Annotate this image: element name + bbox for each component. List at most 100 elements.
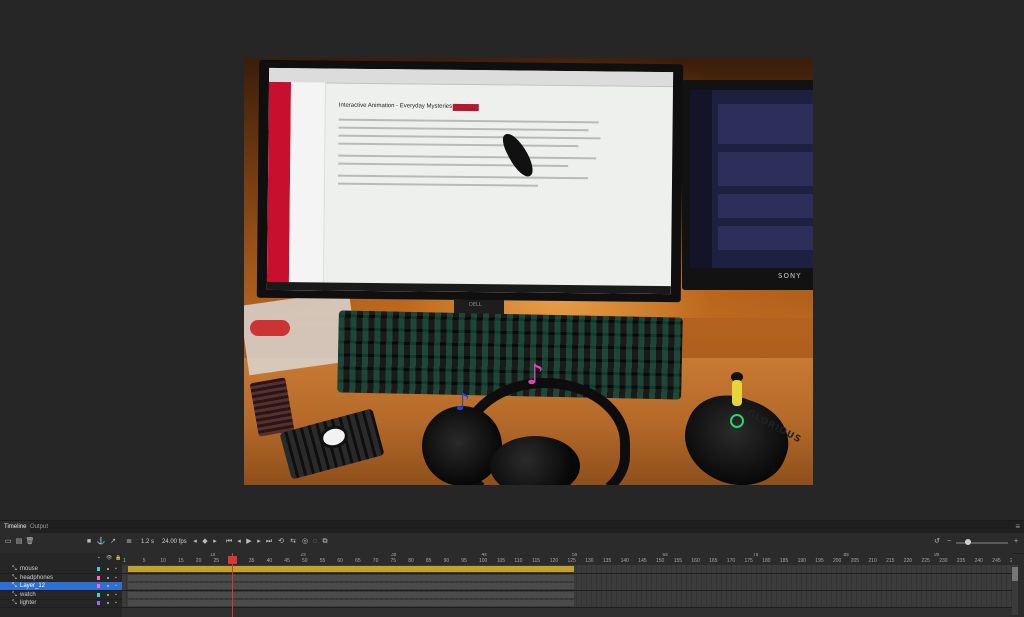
lock-all-icon[interactable]: 🔒 xyxy=(115,555,121,561)
layer-color-swatch[interactable] xyxy=(97,575,100,580)
stage-photo-canvas[interactable]: Interactive Animation - Everyday Mysteri… xyxy=(244,58,813,485)
layer-name[interactable]: headphones xyxy=(20,574,53,582)
new-folder-icon[interactable]: ▤ xyxy=(14,537,24,547)
zoom-value[interactable]: 1.2 s xyxy=(141,537,154,547)
layer-type-icon: ⤡ xyxy=(12,566,17,572)
tab-output[interactable]: Output xyxy=(26,521,52,533)
timeline-zoom-slider[interactable] xyxy=(956,542,1008,544)
step-forward-icon[interactable]: ▸ xyxy=(254,537,264,547)
ruler-frame-number: 45 xyxy=(284,558,290,564)
visibility-all-icon[interactable]: 👁 xyxy=(106,555,112,561)
play-icon[interactable]: ▶ xyxy=(244,537,254,547)
outline-all-icon[interactable]: ▪ xyxy=(98,555,100,561)
ruler-seconds-marker: 7s xyxy=(753,553,759,558)
ruler-frame-number: 145 xyxy=(638,558,647,564)
ruler-frame-number: 85 xyxy=(425,558,432,564)
next-keyframe-icon[interactable]: ▸ xyxy=(210,537,220,547)
timeline-zoom-handle[interactable] xyxy=(965,539,971,545)
second-screen-panel xyxy=(718,226,813,250)
insert-keyframe-icon[interactable]: ◆ xyxy=(200,537,210,547)
layer-visibility-icon[interactable] xyxy=(107,593,109,596)
ruler-frame-number: 245 xyxy=(992,558,1001,564)
layer-visibility-icon[interactable] xyxy=(107,568,109,570)
last-frame-icon[interactable]: ⏭ xyxy=(264,537,274,547)
parent-icon[interactable]: ⚓ xyxy=(96,537,106,547)
center-frame-icon[interactable]: ⇆ xyxy=(288,537,298,547)
ruler-frame-number: 230 xyxy=(939,558,948,564)
layer-color-swatch[interactable] xyxy=(97,584,100,589)
layer-lock-icon[interactable]: ▪ xyxy=(115,582,117,590)
page-text-line xyxy=(338,174,589,180)
frame-row[interactable] xyxy=(122,599,1012,609)
layer-depth-icon[interactable]: ↗ xyxy=(108,537,118,547)
timeline-scrollbar-thumb[interactable] xyxy=(1012,567,1018,581)
edit-multiple-icon[interactable]: ⧉ xyxy=(320,537,330,547)
frame-span[interactable] xyxy=(128,591,574,598)
undo-icon[interactable]: ↺ xyxy=(932,537,942,547)
layer-lock-icon[interactable]: ▪ xyxy=(115,599,117,607)
ruler-frame-number: 125 xyxy=(567,558,576,564)
frames-area[interactable]: 1510152025303540455055606570758085909510… xyxy=(122,553,1012,617)
second-screen-sidebar xyxy=(690,90,712,268)
layer-color-swatch[interactable] xyxy=(97,567,100,571)
ruler-seconds-marker: 9s xyxy=(934,553,940,558)
layer-visibility-icon[interactable] xyxy=(107,576,109,579)
prev-keyframe-icon[interactable]: ◂ xyxy=(190,537,200,547)
layer-name[interactable]: Layer_12 xyxy=(20,582,45,590)
frame-span[interactable] xyxy=(128,574,574,581)
main-monitor: Interactive Animation - Everyday Mysteri… xyxy=(256,59,684,303)
second-monitor-brand: SONY xyxy=(778,272,802,280)
ruler-seconds-marker: 4s xyxy=(481,553,487,558)
ruler-frame-number: 70 xyxy=(372,558,379,564)
layer-type-icon: ⤡ xyxy=(12,600,17,607)
browser-page-title: Interactive Animation - Everyday Mysteri… xyxy=(338,102,453,110)
layer-name[interactable]: lighter xyxy=(20,599,36,607)
layer-color-swatch[interactable] xyxy=(97,592,100,597)
first-frame-icon[interactable]: ⏮ xyxy=(224,537,234,547)
ruler-frame-number: 235 xyxy=(956,558,966,564)
layer-visibility-icon[interactable] xyxy=(107,585,109,588)
onion-skin-icon[interactable]: ◎ xyxy=(300,537,310,547)
ruler-frame-number: 110 xyxy=(514,558,523,564)
playhead[interactable] xyxy=(232,553,233,617)
ruler-frame-number: 5 xyxy=(142,558,146,564)
zoom-out-icon[interactable]: − xyxy=(944,537,954,547)
camera-icon[interactable]: ■ xyxy=(84,537,94,547)
page-text-line xyxy=(338,142,579,148)
layer-color-swatch[interactable] xyxy=(97,601,100,606)
browser-bar xyxy=(269,67,674,88)
layer-row-lighter[interactable]: ⤡ lighter ▪ xyxy=(0,599,122,609)
stage-area: Interactive Animation - Everyday Mysteri… xyxy=(0,0,1024,520)
ruler-frame-number: 215 xyxy=(886,558,895,564)
frame-span[interactable] xyxy=(128,566,574,572)
ruler-frame-number: 1 xyxy=(123,558,126,564)
layer-lock-icon[interactable]: ▪ xyxy=(115,591,117,599)
second-monitor: SONY xyxy=(682,80,813,290)
zoom-in-icon[interactable]: + xyxy=(1011,537,1021,547)
second-monitor-screen xyxy=(690,90,813,268)
page-text-line xyxy=(338,162,569,168)
ruler-frame-number: 55 xyxy=(319,558,326,564)
fps-value[interactable]: 24.00 fps xyxy=(162,537,187,547)
screen-taskbar xyxy=(266,281,671,295)
step-back-icon[interactable]: ◂ xyxy=(234,537,244,547)
layer-visibility-icon[interactable] xyxy=(107,602,109,605)
mouse-logo-icon xyxy=(730,414,744,428)
ruler-frame-number: 120 xyxy=(549,558,559,564)
layer-lock-icon[interactable]: ▪ xyxy=(115,565,117,573)
loop-icon[interactable]: ⟲ xyxy=(276,537,286,547)
new-layer-icon[interactable]: ▭ xyxy=(3,537,13,547)
delete-icon[interactable]: 🗑 xyxy=(25,537,35,547)
layer-list: ▪ 👁 🔒 ⤡ mouse ▪ ⤡ headphones ▪ ⤡ Layer_12 ▪ ⤡ watc… xyxy=(0,553,122,617)
music-note-pink: ♪ xyxy=(526,358,544,391)
frame-span[interactable] xyxy=(128,583,574,590)
layer-name[interactable]: mouse xyxy=(20,565,38,573)
ruler-frame-number: 200 xyxy=(833,558,842,564)
onion-outline-icon[interactable]: ◌ xyxy=(310,537,320,547)
panel-menu-icon[interactable]: ≡ xyxy=(1015,521,1020,533)
layer-lock-icon[interactable]: ▪ xyxy=(115,574,117,582)
layer-name[interactable]: watch xyxy=(20,591,36,599)
frame-view-icon[interactable]: ≣ xyxy=(124,537,134,547)
frame-span[interactable] xyxy=(128,600,574,607)
ruler-frame-number: 160 xyxy=(691,558,700,564)
